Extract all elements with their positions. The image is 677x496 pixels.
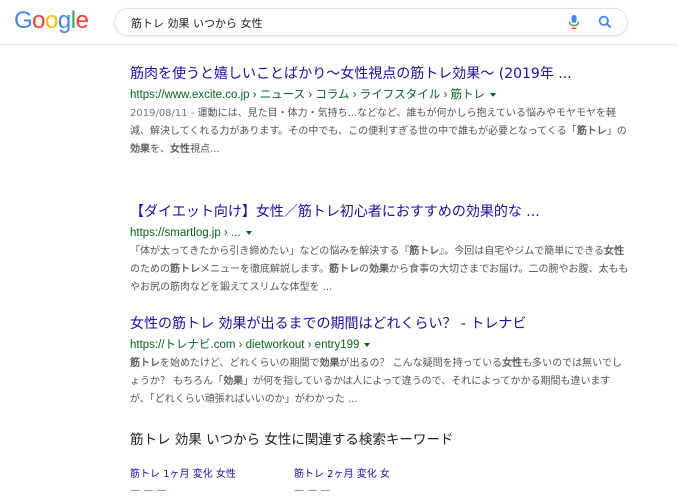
header-bar: Google	[0, 0, 677, 45]
result-item: 筋肉を使うと嬉しいことばかり～女性視点の筋トレ効果～ (2019年 ... ht…	[130, 64, 630, 159]
related-search-link-partial[interactable]: — — —	[130, 485, 166, 496]
result-snippet-text: 「体が太ってきたから引き締めたい」などの悩みを解決する『筋トレ』。今回は自宅やジ…	[130, 246, 629, 293]
result-url[interactable]: https://smartlog.jp › ...	[130, 224, 630, 242]
result-date: 2019/08/11 -	[130, 108, 198, 119]
result-snippet-text: 筋トレを始めたけど、どれくらいの期間で効果が出るの？ こんな疑問を持っている女性…	[130, 358, 622, 405]
search-input[interactable]	[129, 12, 543, 34]
result-url-text: https://smartlog.jp › ...	[130, 227, 241, 239]
result-snippet-text: 運動には、見た目・体力・気持ち...などなど、誰もが何かしら抱えている悩みやモヤ…	[130, 108, 627, 155]
result-title[interactable]: 女性の筋トレ 効果が出るまでの期間はどれくらい？ - トレナビ	[130, 314, 630, 334]
related-searches-heading: 筋トレ 効果 いつから 女性に関連する検索キーワード	[130, 432, 454, 448]
result-url-text: https://トレナビ.com › dietworkout › entry19…	[130, 339, 360, 351]
dropdown-caret-icon[interactable]	[245, 230, 252, 235]
result-snippet: 筋トレを始めたけど、どれくらいの期間で効果が出るの？ こんな疑問を持っている女性…	[130, 355, 630, 409]
result-url[interactable]: https://www.excite.co.jp › ニュース › コラム › …	[130, 86, 630, 104]
result-title[interactable]: 筋肉を使うと嬉しいことばかり～女性視点の筋トレ効果～ (2019年 ...	[130, 64, 630, 84]
result-title[interactable]: 【ダイエット向け】女性／筋トレ初心者におすすめの効果的な ...	[130, 202, 630, 222]
logo-letter: e	[75, 7, 89, 34]
dropdown-caret-icon[interactable]	[364, 342, 371, 347]
result-item: 【ダイエット向け】女性／筋トレ初心者におすすめの効果的な ... https:/…	[130, 202, 630, 297]
search-box	[114, 8, 628, 36]
related-search-link[interactable]: 筋トレ 1ヶ月 変化 女性	[130, 465, 236, 480]
related-search-link[interactable]: 筋トレ 2ヶ月 変化 女	[294, 465, 390, 480]
google-logo[interactable]: Google	[14, 6, 89, 36]
result-url-text: https://www.excite.co.jp › ニュース › コラム › …	[130, 89, 485, 101]
logo-letter: o	[32, 7, 46, 34]
result-snippet: 2019/08/11 - 運動には、見た目・体力・気持ち...などなど、誰もが何…	[130, 105, 630, 159]
result-item: 女性の筋トレ 効果が出るまでの期間はどれくらい？ - トレナビ https://…	[130, 314, 630, 409]
microphone-icon[interactable]	[567, 14, 581, 30]
dropdown-caret-icon[interactable]	[489, 92, 496, 97]
logo-letter: g	[57, 7, 71, 34]
search-icon[interactable]	[598, 14, 612, 30]
related-search-link-partial[interactable]: — — —	[294, 485, 330, 496]
logo-letter: o	[45, 7, 58, 34]
result-snippet: 「体が太ってきたから引き締めたい」などの悩みを解決する『筋トレ』。今回は自宅やジ…	[130, 243, 630, 297]
result-url[interactable]: https://トレナビ.com › dietworkout › entry19…	[130, 336, 630, 354]
logo-letter: G	[14, 7, 33, 34]
